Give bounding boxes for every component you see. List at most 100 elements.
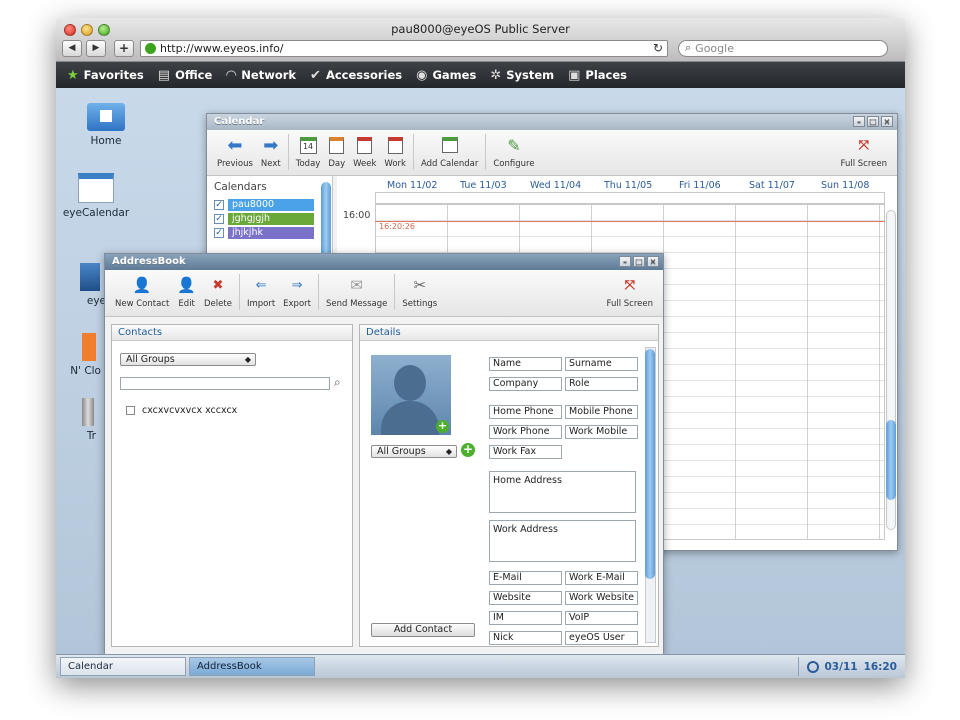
note-icon: [82, 333, 96, 361]
today-button[interactable]: 14 Today: [292, 134, 325, 169]
surname-field[interactable]: Surname: [565, 357, 638, 371]
settings-button[interactable]: ✂ Settings: [398, 274, 441, 309]
contacts-panel: Contacts All Groups ◆ ⌕ cxcxvcvxvcx xccxc…: [111, 324, 353, 647]
check-circle-icon: ✔: [310, 67, 321, 83]
day-view-button[interactable]: Day: [324, 134, 349, 169]
contacts-search-input[interactable]: [120, 377, 330, 390]
search-icon[interactable]: ⌕: [334, 375, 341, 390]
export-button[interactable]: ⇒ Export: [279, 274, 315, 310]
add-group-icon[interactable]: +: [461, 443, 475, 457]
name-field[interactable]: Name: [489, 357, 562, 371]
email-field[interactable]: E-Mail: [489, 571, 562, 585]
menu-games[interactable]: ◉ Games: [409, 62, 483, 88]
envelope-icon: ✉: [350, 276, 363, 294]
grid-scrollbar-thumb[interactable]: [886, 420, 896, 500]
desktop-icon-trash[interactable]: Tr: [56, 398, 96, 442]
addressbook-window-controls: – □ ×: [619, 256, 659, 267]
back-button[interactable]: ◀: [62, 39, 82, 57]
reload-icon[interactable]: ↻: [653, 41, 663, 55]
home-phone-field[interactable]: Home Phone: [489, 405, 562, 419]
next-button[interactable]: ➡ Next: [257, 134, 285, 170]
calendar-fullscreen-button[interactable]: ⤧ Full Screen: [837, 134, 891, 170]
maximize-icon[interactable]: □: [633, 256, 645, 267]
menu-network[interactable]: ◠ Network: [219, 62, 303, 88]
menu-favorites[interactable]: ★ Favorites: [60, 62, 151, 88]
sidebar-scrollbar[interactable]: [321, 182, 331, 262]
forward-button[interactable]: ▶: [86, 39, 106, 57]
add-photo-icon[interactable]: +: [436, 420, 449, 433]
home-address-field[interactable]: Home Address: [489, 471, 636, 513]
desktop-icon-notes[interactable]: N' Clo: [56, 333, 101, 377]
configure-button[interactable]: ✎ Configure: [489, 134, 538, 170]
address-bar[interactable]: http://www.eyeos.info/ ↻: [140, 39, 668, 57]
add-contact-button[interactable]: Add Contact: [371, 623, 475, 637]
minimize-icon[interactable]: –: [619, 256, 631, 267]
contact-list-item[interactable]: cxcxvcvxvcx xccxcx: [126, 405, 237, 416]
network-icon: ◠: [226, 67, 237, 83]
import-button[interactable]: ⇐ Import: [243, 274, 279, 310]
work-phone-field[interactable]: Work Phone: [489, 425, 562, 439]
contacts-group-select[interactable]: All Groups ◆: [120, 353, 256, 366]
menu-office[interactable]: ▤ Office: [151, 62, 220, 88]
website-field[interactable]: Website: [489, 591, 562, 605]
pencil-icon: ✎: [507, 135, 521, 155]
work-view-button[interactable]: Work: [380, 134, 410, 169]
role-field[interactable]: Role: [565, 377, 638, 391]
edit-contact-button[interactable]: 👤 Edit: [173, 274, 200, 309]
desktop-icon-label: eye: [86, 295, 106, 307]
mobile-phone-field[interactable]: Mobile Phone: [565, 405, 638, 419]
desktop-icon-partial[interactable]: eye: [56, 263, 106, 307]
taskbar: Calendar AddressBook 03/11 16:20: [56, 654, 905, 678]
addressbook-fullscreen-button[interactable]: ⤧ Full Screen: [603, 274, 657, 310]
menu-system[interactable]: ✲ System: [483, 62, 561, 88]
toolbar-divider: [394, 274, 396, 310]
all-day-row: [375, 192, 885, 204]
work-address-field[interactable]: Work Address: [489, 520, 636, 562]
close-icon[interactable]: ×: [881, 116, 893, 127]
work-mobile-field[interactable]: Work Mobile: [565, 425, 638, 439]
desktop-icon-eyecalendar[interactable]: eyeCalendar: [56, 173, 141, 219]
add-bookmark-button[interactable]: +: [114, 39, 134, 57]
minimize-icon[interactable]: –: [853, 116, 865, 127]
trash-icon: [82, 398, 94, 426]
task-calendar[interactable]: Calendar: [60, 657, 186, 676]
details-group-select[interactable]: All Groups ◆: [371, 445, 457, 458]
company-field[interactable]: Company: [489, 377, 562, 391]
desktop-icon-label: N' Clo: [70, 365, 101, 377]
date-label: 03/11: [824, 660, 858, 673]
calendar-item[interactable]: ✓ jghgjgjh: [207, 212, 332, 226]
week-view-button[interactable]: Week: [349, 134, 380, 169]
send-message-button[interactable]: ✉ Send Message: [322, 274, 391, 309]
eyeos-user-field[interactable]: eyeOS User: [565, 631, 638, 645]
close-icon[interactable]: ×: [647, 256, 659, 267]
new-contact-button[interactable]: 👤 New Contact: [111, 274, 173, 309]
add-calendar-button[interactable]: Add Calendar: [417, 134, 482, 169]
contact-checkbox[interactable]: [126, 406, 135, 415]
work-website-field[interactable]: Work Website: [565, 591, 638, 605]
im-field[interactable]: IM: [489, 611, 562, 625]
calendar-titlebar[interactable]: Calendar – □ ×: [207, 114, 897, 130]
details-scrollbar-thumb[interactable]: [645, 349, 655, 579]
search-input[interactable]: ⌕ Google: [678, 39, 888, 57]
maximize-icon[interactable]: □: [867, 116, 879, 127]
checkbox[interactable]: ✓: [214, 200, 224, 210]
contact-avatar[interactable]: +: [371, 355, 451, 435]
delete-contact-button[interactable]: ✖ Delete: [200, 274, 236, 310]
calendar-item[interactable]: ✓ pau8000: [207, 198, 332, 212]
checkbox[interactable]: ✓: [214, 214, 224, 224]
clock-icon: [806, 660, 819, 673]
week-view-icon: [357, 136, 373, 154]
menu-accessories[interactable]: ✔ Accessories: [303, 62, 409, 88]
day-header: Mon 11/02: [387, 180, 438, 191]
menu-places[interactable]: ▣ Places: [561, 62, 634, 88]
task-addressbook[interactable]: AddressBook: [189, 657, 315, 676]
checkbox[interactable]: ✓: [214, 228, 224, 238]
desktop-icon-home[interactable]: Home: [61, 103, 151, 147]
work-fax-field[interactable]: Work Fax: [489, 445, 562, 459]
voip-field[interactable]: VoIP: [565, 611, 638, 625]
nick-field[interactable]: Nick: [489, 631, 562, 645]
previous-button[interactable]: ⬅ Previous: [213, 134, 257, 170]
work-email-field[interactable]: Work E-Mail: [565, 571, 638, 585]
calendar-item[interactable]: ✓ jhjkjhk: [207, 226, 332, 240]
addressbook-titlebar[interactable]: AddressBook – □ ×: [105, 254, 663, 270]
